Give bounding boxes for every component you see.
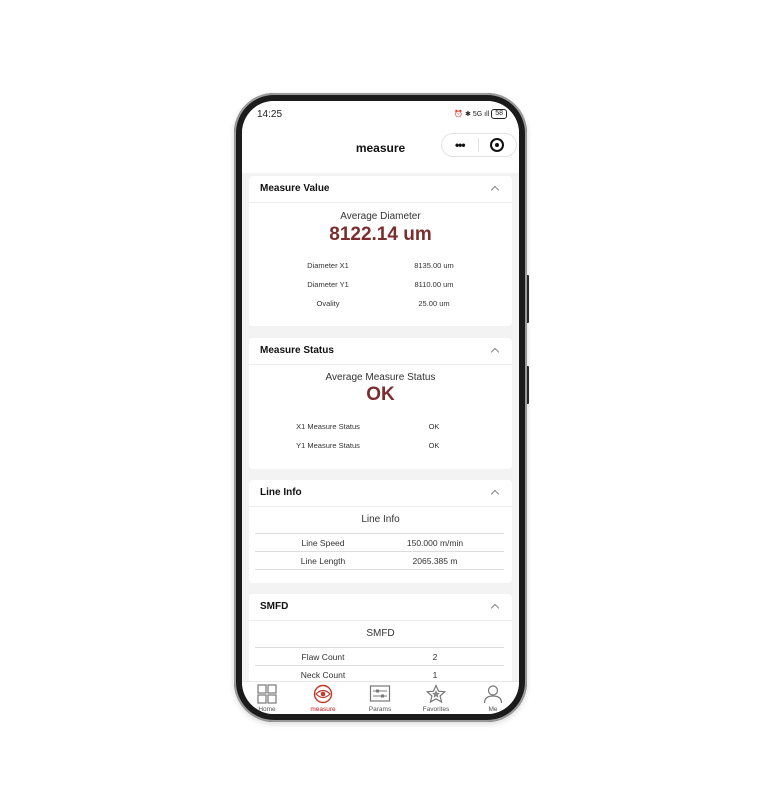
average-status-value: OK [366, 384, 395, 405]
battery-icon: 58 [491, 109, 507, 119]
card-header[interactable]: Line Info [249, 480, 512, 507]
tab-measure[interactable]: measure [303, 684, 343, 714]
close-miniprogram-button[interactable] [479, 138, 517, 152]
chevron-up-icon[interactable] [490, 347, 500, 357]
card-header[interactable]: SMFD [249, 594, 512, 621]
status-time: 14:25 [257, 109, 283, 120]
diameter-x1-value: 8135.00 um [414, 261, 454, 270]
table-row: Line Speed 150.000 m/min [255, 534, 504, 552]
tab-label: measure [310, 706, 336, 711]
phone-screen: 14:25 ⏰ ✱ 5G ıll 58 measure ••• Measure … [242, 101, 519, 714]
signal-icons: ⏰ ✱ 5G ıll [454, 111, 490, 118]
tab-label: Params [368, 706, 392, 711]
sliders-icon [369, 685, 391, 702]
tab-bar: Home measure Params Favorites Me [242, 681, 519, 714]
card-header[interactable]: Measure Status [249, 338, 512, 365]
card-title: SMFD [260, 601, 289, 612]
tab-params[interactable]: Params [360, 684, 400, 714]
status-icons: ⏰ ✱ 5G ıll 58 [454, 109, 507, 119]
smfd-table: Flaw Count 2 Neck Count 1 [255, 647, 504, 684]
card-header[interactable]: Measure Value [249, 176, 512, 203]
star-icon [425, 684, 447, 704]
user-icon [483, 685, 503, 704]
ovality-label: Ovality [316, 299, 340, 308]
nav-bar: measure ••• [242, 127, 519, 173]
measure-status-card: Measure Status Average Measure Status OK… [249, 338, 512, 469]
chevron-up-icon[interactable] [490, 489, 500, 499]
chevron-up-icon[interactable] [490, 185, 500, 195]
tab-label: Favorites [422, 706, 450, 711]
flaw-count-value: 2 [432, 652, 438, 662]
smfd-caption: SMFD [366, 628, 395, 639]
x1-status-value: OK [428, 422, 440, 431]
line-info-caption: Line Info [361, 514, 400, 525]
chevron-up-icon[interactable] [490, 603, 500, 613]
tab-label: Me [488, 706, 498, 711]
tab-me[interactable]: Me [473, 684, 513, 714]
diameter-y1-label: Diameter Y1 [307, 280, 349, 289]
line-info-card: Line Info Line Info Line Speed 150.000 m… [249, 480, 512, 583]
tab-favorites[interactable]: Favorites [416, 684, 456, 714]
card-title: Measure Value [260, 183, 330, 194]
x1-status-label: X1 Measure Status [296, 422, 360, 431]
target-icon [490, 138, 505, 152]
more-menu-button[interactable]: ••• [442, 138, 478, 152]
average-status-label: Average Measure Status [325, 372, 436, 383]
measure-value-card: Measure Value Average Diameter 8122.14 u… [249, 176, 512, 326]
line-speed-value: 150.000 m/min [406, 538, 464, 548]
line-speed-label: Line Speed [301, 538, 345, 548]
table-row: Flaw Count 2 [255, 648, 504, 666]
miniprogram-capsule: ••• [441, 133, 517, 157]
y1-status-label: Y1 Measure Status [296, 441, 360, 450]
ovality-value: 25.00 um [418, 299, 450, 308]
line-length-value: 2065.385 m [412, 556, 458, 566]
eye-icon [313, 684, 333, 704]
flaw-count-label: Flaw Count [301, 652, 345, 662]
card-title: Measure Status [260, 345, 334, 356]
card-title: Line Info [260, 487, 302, 498]
average-diameter-label: Average Diameter [340, 211, 421, 222]
diameter-y1-value: 8110.00 um [414, 280, 454, 289]
average-diameter-value: 8122.14 um [329, 224, 432, 245]
neck-count-value: 1 [432, 670, 438, 680]
table-row: Line Length 2065.385 m [255, 552, 504, 570]
smfd-card: SMFD SMFD Flaw Count 2 Neck Count 1 [249, 594, 512, 694]
tab-label: Home [258, 706, 276, 711]
y1-status-value: OK [428, 441, 440, 450]
neck-count-label: Neck Count [300, 670, 346, 680]
line-length-label: Line Length [300, 556, 346, 566]
line-info-table: Line Speed 150.000 m/min Line Length 206… [255, 533, 504, 570]
tab-home[interactable]: Home [247, 684, 287, 714]
diameter-x1-label: Diameter X1 [307, 261, 349, 270]
status-bar: 14:25 ⏰ ✱ 5G ıll 58 [242, 101, 519, 127]
grid-icon [257, 684, 277, 704]
